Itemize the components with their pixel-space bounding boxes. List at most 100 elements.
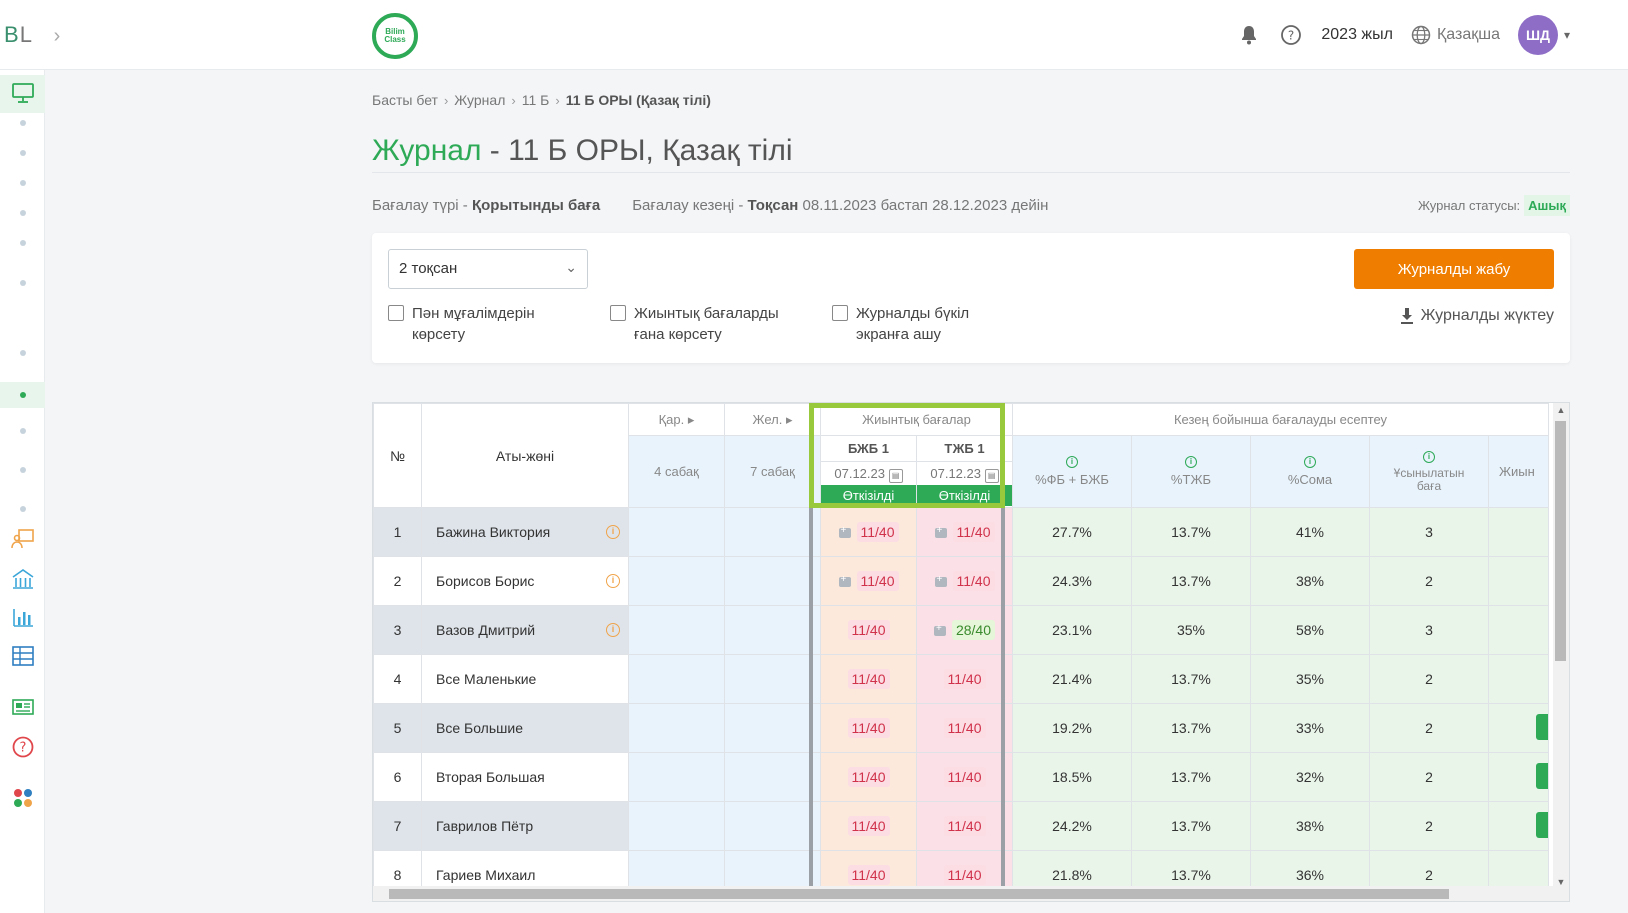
student-name[interactable]: Вазов Дмитрий i bbox=[421, 605, 629, 655]
newspaper-icon[interactable] bbox=[0, 697, 45, 717]
show-teachers-checkbox[interactable]: Пән мұғалімдерін көрсету bbox=[388, 303, 535, 345]
info-icon: i bbox=[1304, 456, 1316, 468]
grade-cell[interactable]: 11/40 bbox=[916, 801, 1013, 851]
breadcrumb: Басты бет › Журнал › 11 Б › 11 Б ОРЫ (Қа… bbox=[372, 92, 711, 108]
sidebar-dot-4[interactable] bbox=[0, 209, 45, 217]
apps-icon[interactable] bbox=[0, 786, 45, 810]
sidebar: ? bbox=[0, 70, 45, 913]
table-row: 2 Борисов Борисi 11/40 11/40 24.3% 13.7%… bbox=[373, 556, 1549, 606]
page-title: Журнал - 11 Б ОРЫ, Қазақ тілі bbox=[372, 134, 793, 167]
sidebar-expand-icon[interactable]: › bbox=[42, 18, 72, 54]
grade-cell[interactable]: 11/40 bbox=[916, 752, 1013, 802]
sidebar-dot-6[interactable] bbox=[0, 279, 45, 287]
info-icon[interactable]: i bbox=[606, 623, 620, 637]
header-tzhb[interactable]: ТЖБ 1 07.12.23 ▤ Өткізілді bbox=[916, 435, 1013, 508]
grade-cell[interactable]: 11/40 bbox=[820, 703, 917, 753]
bilim-class-logo[interactable]: Bilim Class bbox=[372, 13, 418, 59]
chevron-down-icon[interactable]: ▾ bbox=[1564, 28, 1570, 42]
info-icon[interactable]: i bbox=[606, 574, 620, 588]
header-month-kar[interactable]: Қар. ▸ bbox=[628, 403, 725, 436]
grade-cell[interactable]: 11/40 bbox=[820, 605, 917, 655]
svg-text:?: ? bbox=[19, 741, 26, 756]
grade-cell[interactable]: 11/40 bbox=[820, 801, 917, 851]
chevron-right-icon: › bbox=[555, 92, 560, 108]
calendar-icon[interactable]: ▤ bbox=[984, 469, 999, 483]
header-num: № bbox=[373, 403, 422, 508]
comment-icon bbox=[933, 623, 946, 636]
header-fb-bzhb: i %ФБ + БЖБ bbox=[1012, 435, 1132, 508]
header-tzhb-pct: i %ТЖБ bbox=[1131, 435, 1251, 508]
vertical-scrollbar[interactable]: ▲ ▼ bbox=[1553, 403, 1569, 889]
bell-icon[interactable] bbox=[1237, 23, 1261, 47]
student-name[interactable]: Гаврилов Пётр bbox=[421, 801, 629, 851]
table-icon[interactable] bbox=[0, 645, 45, 667]
header-bzhb[interactable]: БЖБ 1 07.12.23 ▤ Өткізілді bbox=[820, 435, 917, 508]
close-journal-button[interactable]: Журналды жабу bbox=[1354, 249, 1554, 289]
bl-logo[interactable]: BL bbox=[4, 22, 33, 48]
grade-cell[interactable]: 11/40 bbox=[820, 507, 917, 557]
language-selector[interactable]: Қазақша bbox=[1411, 25, 1500, 45]
bar-chart-icon[interactable] bbox=[0, 606, 45, 628]
table-row: 4 Все Маленькие 11/40 11/40 21.4% 13.7% … bbox=[373, 654, 1549, 704]
info-icon: i bbox=[1185, 456, 1197, 468]
calendar-icon[interactable]: ▤ bbox=[888, 469, 903, 483]
year-selector[interactable]: 2023 жыл bbox=[1321, 26, 1393, 44]
teacher-board-icon[interactable] bbox=[0, 528, 45, 550]
sidebar-dot-10[interactable] bbox=[0, 505, 45, 513]
table-row: 5 Все Большие 11/40 11/40 19.2% 13.7% 33… bbox=[373, 703, 1549, 753]
grade-cell[interactable]: 11/40 bbox=[916, 703, 1013, 753]
student-name[interactable]: Все Маленькие bbox=[421, 654, 629, 704]
student-name[interactable]: Вторая Большая bbox=[421, 752, 629, 802]
sidebar-dot-2[interactable] bbox=[0, 149, 45, 157]
info-icon[interactable]: i bbox=[606, 525, 620, 539]
header-name: Аты-жөні bbox=[421, 403, 629, 508]
monitor-icon[interactable] bbox=[0, 82, 45, 104]
breadcrumb-journal[interactable]: Журнал bbox=[454, 92, 505, 108]
breadcrumb-home[interactable]: Басты бет bbox=[372, 92, 438, 108]
student-name[interactable]: Все Большие bbox=[421, 703, 629, 753]
student-name[interactable]: Борисов Борис i bbox=[421, 556, 629, 606]
sidebar-dot-5[interactable] bbox=[0, 239, 45, 247]
info-icon: i bbox=[1423, 450, 1435, 463]
final-grade-button bbox=[1536, 811, 1548, 838]
grade-cell[interactable]: 11/40 bbox=[820, 654, 917, 704]
final-grade-button bbox=[1536, 762, 1548, 789]
sidebar-dot-8[interactable] bbox=[0, 427, 45, 435]
sidebar-dot-3[interactable] bbox=[0, 179, 45, 187]
sidebar-dot-9[interactable] bbox=[0, 466, 45, 474]
grade-cell[interactable]: 28/40 bbox=[916, 605, 1013, 655]
assessment-type: Қорытынды баға bbox=[471, 197, 601, 214]
period-range: 08.11.2023 бастап 28.12.2023 дейін bbox=[802, 197, 1049, 214]
grade-cell[interactable]: 11/40 bbox=[916, 654, 1013, 704]
header-period-calc: Кезең бойынша бағалауды есептеу bbox=[1012, 403, 1549, 436]
grade-cell[interactable]: 11/40 bbox=[916, 556, 1013, 606]
sidebar-dot-7[interactable] bbox=[0, 349, 45, 357]
help-icon[interactable]: ? bbox=[1279, 23, 1303, 47]
chevron-right-icon: › bbox=[443, 92, 449, 108]
avatar[interactable]: ШД bbox=[1517, 15, 1558, 55]
school-building-icon[interactable] bbox=[0, 568, 45, 590]
grade-cell[interactable]: 11/40 bbox=[820, 752, 917, 802]
student-name[interactable]: Бажина Виктория i bbox=[421, 507, 629, 557]
grade-cell[interactable]: 11/40 bbox=[820, 556, 917, 606]
download-journal-link[interactable]: Журналды жүктеу bbox=[1399, 307, 1554, 325]
fullscreen-checkbox[interactable]: Журналды бүкіл экранға ашу bbox=[832, 303, 969, 345]
conducted-badge: Өткізілді bbox=[917, 485, 1012, 506]
status-badge: Ашық bbox=[1524, 195, 1570, 216]
scroll-up-icon[interactable]: ▲ bbox=[1553, 405, 1569, 415]
only-summative-checkbox[interactable]: Жиынтық бағаларды ғана көрсету bbox=[610, 303, 779, 345]
breadcrumb-class[interactable]: 11 Б bbox=[522, 92, 550, 108]
comment-icon bbox=[838, 525, 851, 538]
sidebar-dot-active[interactable] bbox=[0, 391, 45, 399]
conducted-badge: Өткізілді bbox=[821, 485, 916, 506]
header-month-zhel[interactable]: Жел. ▸ bbox=[724, 403, 821, 436]
journal-table: № Аты-жөні Қар. ▸ Жел. ▸ Жиынтық бағалар… bbox=[372, 402, 1570, 902]
help-circle-icon[interactable]: ? bbox=[0, 735, 45, 759]
quarter-select[interactable]: 2 тоқсан ⌄ bbox=[388, 249, 588, 289]
grade-cell[interactable]: 11/40 bbox=[916, 507, 1013, 557]
info-icon: i bbox=[1066, 456, 1078, 468]
horizontal-scrollbar[interactable] bbox=[373, 886, 1569, 901]
header-summative: Жиынтық бағалар bbox=[820, 403, 1013, 436]
table-row: 7 Гаврилов Пётр 11/40 11/40 24.2% 13.7% … bbox=[373, 801, 1549, 851]
sidebar-dot-1[interactable] bbox=[0, 119, 45, 127]
